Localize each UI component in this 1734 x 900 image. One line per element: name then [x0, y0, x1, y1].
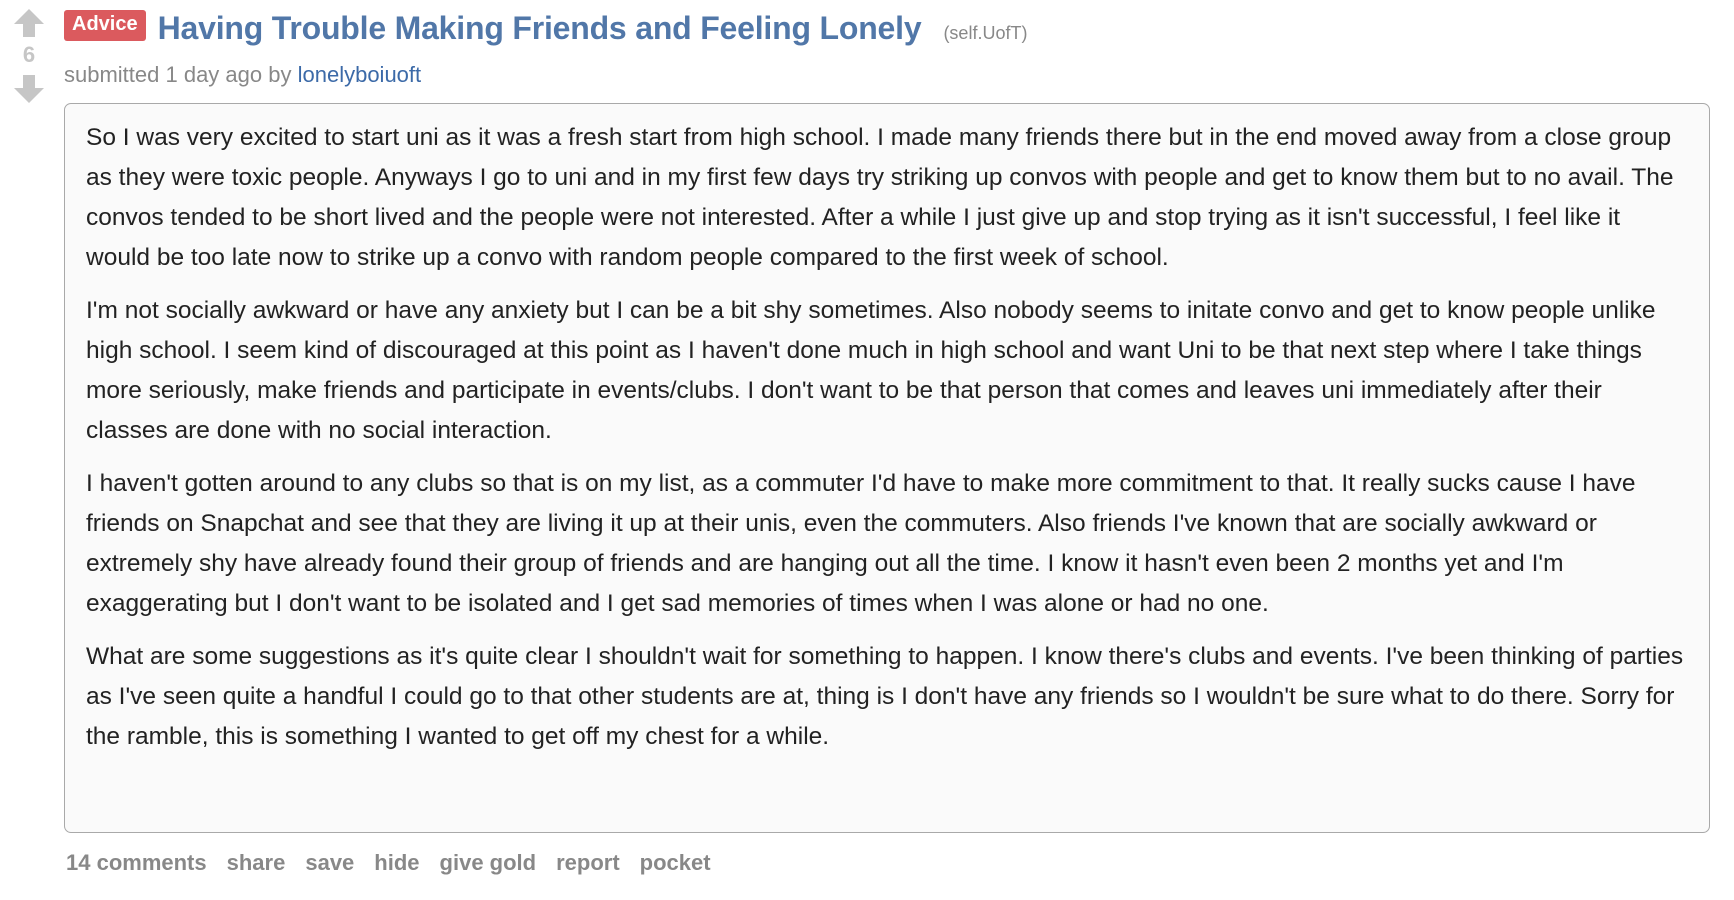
title-row: Advice Having Trouble Making Friends and…	[64, 10, 1027, 47]
post-action-buttons: 14 comments share save hide give gold re…	[66, 850, 711, 876]
share-button[interactable]: share	[227, 850, 286, 876]
body-paragraph: So I was very excited to start uni as it…	[86, 124, 1674, 271]
body-paragraph: I'm not socially awkward or have any anx…	[86, 297, 1656, 444]
tagline: submitted 1 day ago by lonelyboiuoft	[64, 62, 421, 88]
report-button[interactable]: report	[556, 850, 620, 876]
post-domain: (self.UofT)	[943, 23, 1028, 43]
comments-link[interactable]: 14 comments	[66, 850, 207, 876]
pocket-button[interactable]: pocket	[640, 850, 711, 876]
upvote-arrow-icon[interactable]	[13, 8, 45, 38]
author-link[interactable]: lonelyboiuoft	[298, 62, 422, 87]
hide-button[interactable]: hide	[374, 850, 419, 876]
score: 6	[22, 42, 36, 67]
save-button[interactable]: save	[305, 850, 354, 876]
post-body: So I was very excited to start uni as it…	[64, 103, 1710, 833]
vote-column: 6	[10, 8, 48, 104]
flair-badge: Advice	[64, 10, 146, 41]
post-title[interactable]: Having Trouble Making Friends and Feelin…	[158, 10, 922, 47]
downvote-arrow-icon[interactable]	[13, 74, 45, 104]
body-paragraph: I haven't gotten around to any clubs so …	[86, 470, 1636, 617]
body-paragraph: What are some suggestions as it's quite …	[86, 643, 1684, 750]
submitted-text: submitted 1 day ago by	[64, 62, 292, 87]
give-gold-button[interactable]: give gold	[440, 850, 537, 876]
